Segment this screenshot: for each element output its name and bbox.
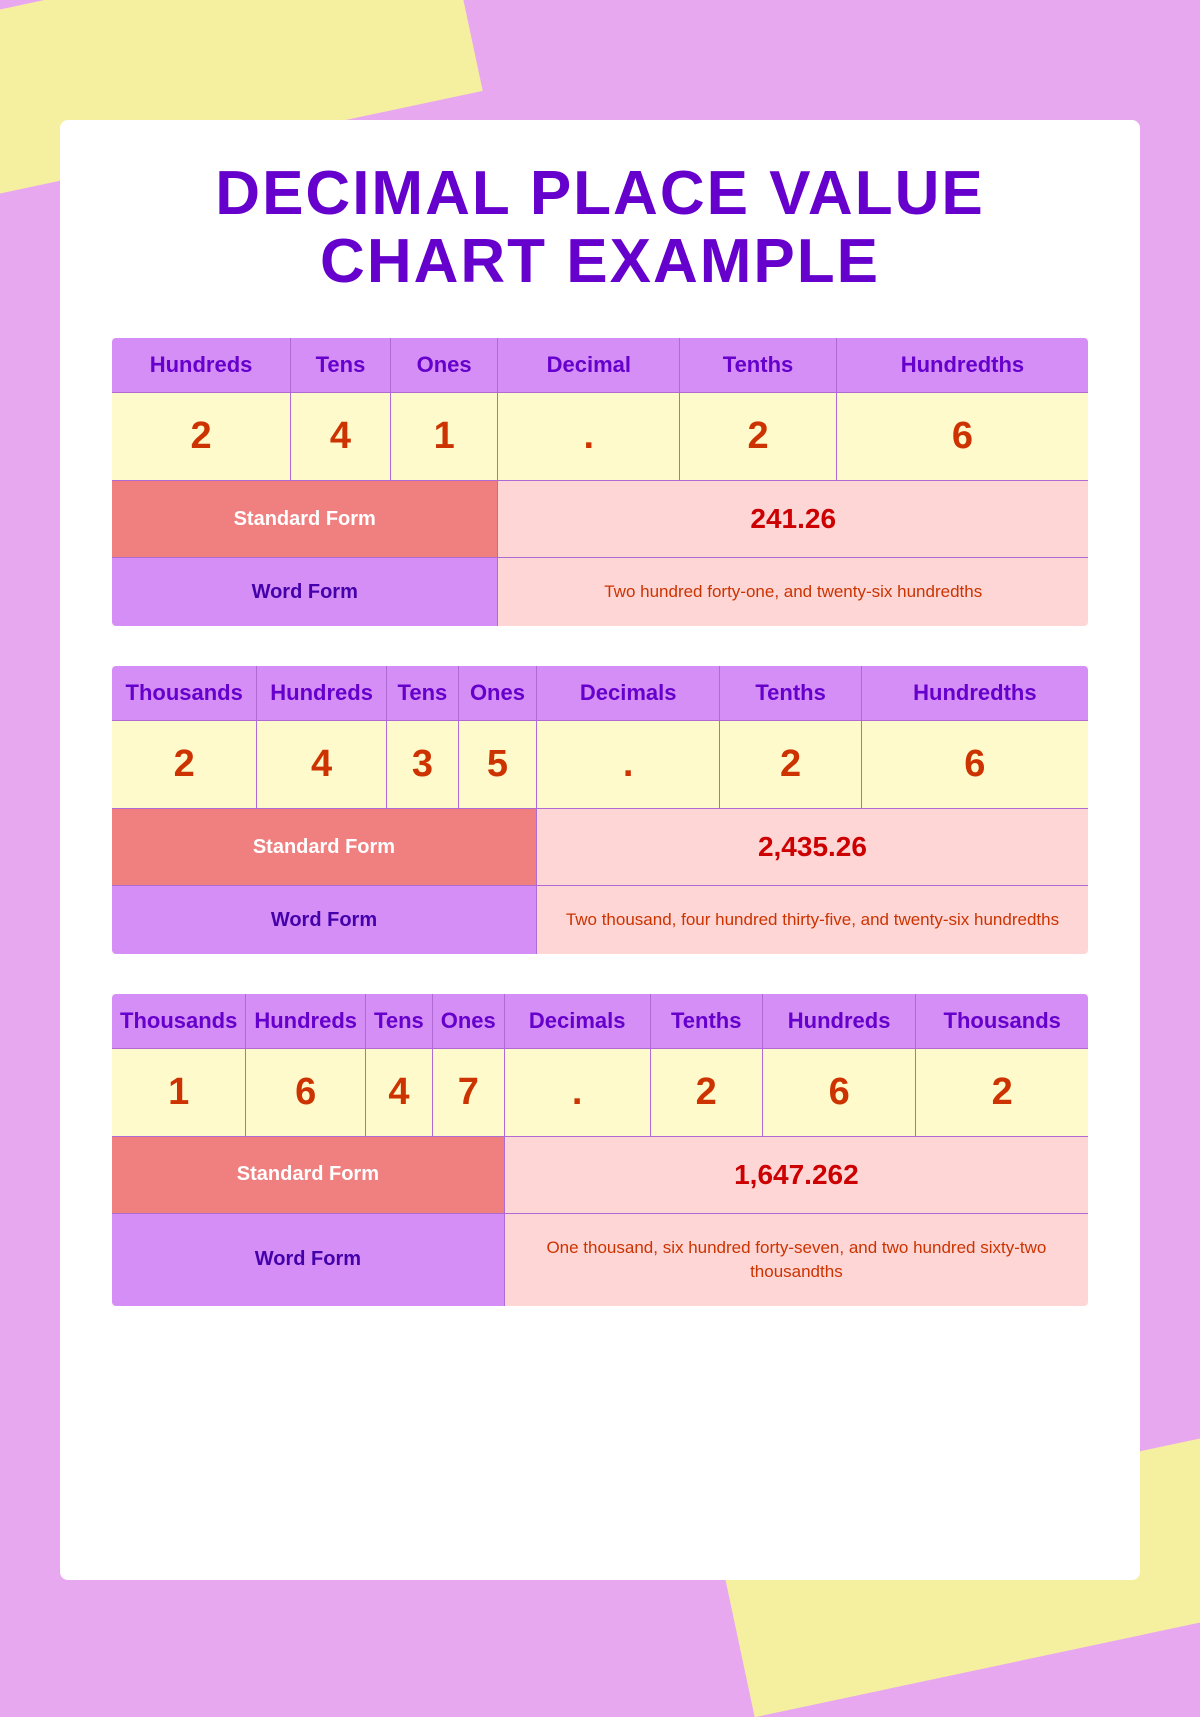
word-form-label-1: Word Form	[111, 558, 498, 627]
word-form-value-1: Two hundred forty-one, and twenty-six hu…	[498, 558, 1089, 627]
header-ones-2: Ones	[459, 665, 537, 721]
table-section-3: Thousands Hundreds Tens Ones Decimals Te…	[110, 992, 1090, 1308]
cell-thousandths-3: 2	[916, 1048, 1089, 1136]
word-form-label-2: Word Form	[111, 886, 536, 955]
cell-dot-2: .	[536, 721, 720, 809]
place-value-table-2: Thousands Hundreds Tens Ones Decimals Te…	[110, 664, 1090, 956]
cell-ones-1: 1	[390, 393, 498, 481]
cell-ones-2: 5	[459, 721, 537, 809]
header-ones: Ones	[390, 337, 498, 393]
header-tens-3: Tens	[366, 993, 433, 1049]
cell-thousands-3: 1	[111, 1048, 246, 1136]
standard-form-value-3: 1,647.262	[504, 1136, 1089, 1213]
cell-hundredths-3: 6	[762, 1048, 916, 1136]
header-decimals-3: Decimals	[504, 993, 650, 1049]
word-form-value-3: One thousand, six hundred forty-seven, a…	[504, 1213, 1089, 1306]
header-row-2: Thousands Hundreds Tens Ones Decimals Te…	[111, 665, 1089, 721]
header-thousands-3: Thousands	[111, 993, 246, 1049]
place-value-table-1: Hundreds Tens Ones Decimal Tenths Hundre…	[110, 336, 1090, 628]
header-row-3: Thousands Hundreds Tens Ones Decimals Te…	[111, 993, 1089, 1049]
cell-hundredths-1: 6	[836, 393, 1089, 481]
header-tens: Tens	[291, 337, 391, 393]
data-row-2: 2 4 3 5 . 2 6	[111, 721, 1089, 809]
cell-hundreds-1: 2	[111, 393, 291, 481]
word-form-value-2: Two thousand, four hundred thirty-five, …	[536, 886, 1089, 955]
cell-tens-3: 4	[366, 1048, 433, 1136]
word-form-row-1: Word Form Two hundred forty-one, and twe…	[111, 558, 1089, 627]
header-tenths-3: Tenths	[650, 993, 762, 1049]
place-value-table-3: Thousands Hundreds Tens Ones Decimals Te…	[110, 992, 1090, 1308]
data-row-3: 1 6 4 7 . 2 6 2	[111, 1048, 1089, 1136]
word-form-row-3: Word Form One thousand, six hundred fort…	[111, 1213, 1089, 1306]
data-row-1: 2 4 1 . 2 6	[111, 393, 1089, 481]
header-ones-3: Ones	[432, 993, 504, 1049]
standard-form-row-2: Standard Form 2,435.26	[111, 809, 1089, 886]
standard-form-value-2: 2,435.26	[536, 809, 1089, 886]
header-tenths: Tenths	[680, 337, 837, 393]
header-thousands-dec-3: Thousands	[916, 993, 1089, 1049]
cell-tenths-1: 2	[680, 393, 837, 481]
standard-form-label-2: Standard Form	[111, 809, 536, 886]
word-form-label-3: Word Form	[111, 1213, 504, 1306]
header-hundreds: Hundreds	[111, 337, 291, 393]
cell-hundreds-3: 6	[246, 1048, 366, 1136]
header-thousands-2: Thousands	[111, 665, 257, 721]
standard-form-row-1: Standard Form 241.26	[111, 481, 1089, 558]
cell-thousands-2: 2	[111, 721, 257, 809]
page-title: DECIMAL PLACE VALUE CHART EXAMPLE	[110, 160, 1090, 296]
cell-ones-3: 7	[432, 1048, 504, 1136]
cell-dot-1: .	[498, 393, 680, 481]
header-row-1: Hundreds Tens Ones Decimal Tenths Hundre…	[111, 337, 1089, 393]
standard-form-label-3: Standard Form	[111, 1136, 504, 1213]
cell-hundredths-2: 6	[861, 721, 1089, 809]
cell-tenths-3: 2	[650, 1048, 762, 1136]
header-tens-2: Tens	[386, 665, 458, 721]
header-hundreds-2: Hundreds	[257, 665, 386, 721]
main-content-area: DECIMAL PLACE VALUE CHART EXAMPLE Hundre…	[60, 120, 1140, 1580]
header-hundredths-2: Hundredths	[861, 665, 1089, 721]
header-hundreds-3: Hundreds	[246, 993, 366, 1049]
standard-form-value-1: 241.26	[498, 481, 1089, 558]
header-hundredths: Hundredths	[836, 337, 1089, 393]
header-hundreds-dec-3: Hundreds	[762, 993, 916, 1049]
cell-tens-2: 3	[386, 721, 458, 809]
cell-tens-1: 4	[291, 393, 391, 481]
table-section-2: Thousands Hundreds Tens Ones Decimals Te…	[110, 664, 1090, 956]
standard-form-row-3: Standard Form 1,647.262	[111, 1136, 1089, 1213]
header-decimals-2: Decimals	[536, 665, 720, 721]
header-decimal: Decimal	[498, 337, 680, 393]
cell-hundreds-2: 4	[257, 721, 386, 809]
cell-tenths-2: 2	[720, 721, 861, 809]
header-tenths-2: Tenths	[720, 665, 861, 721]
cell-dot-3: .	[504, 1048, 650, 1136]
word-form-row-2: Word Form Two thousand, four hundred thi…	[111, 886, 1089, 955]
table-section-1: Hundreds Tens Ones Decimal Tenths Hundre…	[110, 336, 1090, 628]
standard-form-label-1: Standard Form	[111, 481, 498, 558]
